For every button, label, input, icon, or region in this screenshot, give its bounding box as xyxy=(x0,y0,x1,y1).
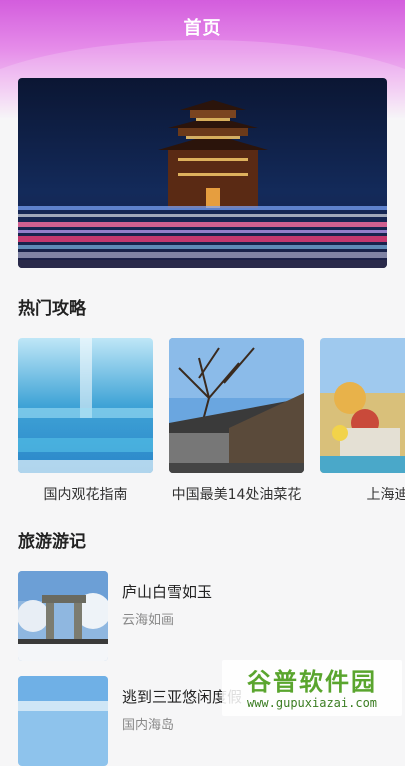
guide-thumbnail xyxy=(169,338,304,473)
guide-label: 中国最美14处油菜花 xyxy=(171,487,302,503)
travel-note-title: 庐山白雪如玉 xyxy=(122,583,213,601)
travel-note-thumbnail xyxy=(18,571,108,661)
watermark-text: 谷普软件园 xyxy=(247,668,377,696)
travel-note-thumbnail xyxy=(18,676,108,766)
travel-note-subtitle: 云海如画 xyxy=(122,613,175,628)
hot-guides-carousel[interactable]: 国内观花指南 中国最美14处油菜花 上海迪 xyxy=(18,338,405,508)
watermark-logo: 谷普软件园 www.gupuxiazai.com xyxy=(222,660,402,716)
section-title-travel-notes: 旅游游记 xyxy=(18,532,86,552)
guide-label: 上海迪 xyxy=(366,487,405,503)
travel-note-item[interactable]: 庐山白雪如玉 云海如画 xyxy=(18,571,387,661)
guide-card[interactable]: 国内观花指南 xyxy=(18,338,153,504)
page-title: 首页 xyxy=(183,18,222,39)
guide-card[interactable]: 上海迪 xyxy=(320,338,405,504)
guide-thumbnail xyxy=(320,338,405,473)
banner-photo xyxy=(18,78,387,268)
travel-note-subtitle: 国内海岛 xyxy=(122,718,175,733)
section-title-hot-guides: 热门攻略 xyxy=(18,299,86,319)
banner-image[interactable] xyxy=(18,78,387,268)
watermark-url: www.gupuxiazai.com xyxy=(246,696,378,710)
guide-card[interactable]: 中国最美14处油菜花 xyxy=(169,338,304,504)
guide-thumbnail xyxy=(18,338,153,473)
guide-label: 国内观花指南 xyxy=(43,487,128,503)
